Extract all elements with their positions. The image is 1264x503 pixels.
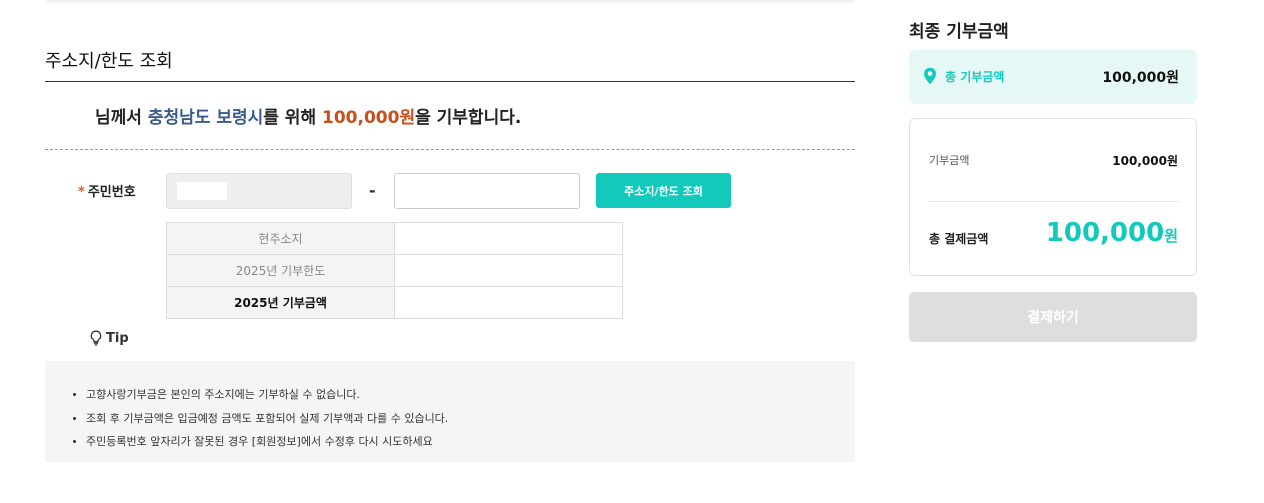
ssn-label-text: 주민번호: [87, 185, 136, 200]
table-value-cell: [394, 222, 623, 255]
table-header-cell: 2025년 기부금액: [166, 286, 395, 319]
headline-suffix: 을 기부합니다.: [415, 108, 522, 128]
ssn-back-input[interactable]: [394, 173, 580, 209]
table-value-cell: [394, 254, 623, 287]
ssn-front-field: [166, 173, 352, 209]
total-payment-number: 100,000: [1045, 218, 1165, 248]
table-value-cell: [394, 286, 623, 319]
pay-button[interactable]: 결제하기: [909, 292, 1197, 342]
total-payment-unit: 원: [1164, 227, 1178, 245]
address-limit-lookup-button[interactable]: 주소지/한도 조회: [596, 173, 731, 208]
final-donation-title: 최종 기부금액: [909, 22, 1009, 42]
ssn-separator: -: [369, 181, 376, 200]
tip-list: 고향사랑기부금은 본인의 주소지에는 기부하실 수 없습니다. 조회 후 기부금…: [45, 361, 855, 454]
section-title: 주소지/한도 조회: [45, 51, 173, 72]
tip-notice-box: 고향사랑기부금은 본인의 주소지에는 기부하실 수 없습니다. 조회 후 기부금…: [45, 361, 855, 462]
table-row: 2025년 기부한도: [166, 254, 623, 287]
list-item: 주민등록번호 앞자리가 잘못된 경우 [회원정보]에서 수정후 다시 시도하세요: [73, 430, 855, 454]
summary-divider: [929, 201, 1179, 202]
list-item: 고향사랑기부금은 본인의 주소지에는 기부하실 수 없습니다.: [73, 383, 855, 407]
top-divider-strip: [45, 0, 855, 3]
ssn-front-masked-value: [177, 182, 227, 200]
tip-label: Tip: [106, 330, 129, 346]
table-row: 2025년 기부금액: [166, 286, 623, 319]
total-donation-banner: 총 기부금액 100,000원: [909, 50, 1197, 104]
donation-amount-label: 기부금액: [929, 154, 970, 167]
headline-region: 충청남도 보령시: [147, 108, 264, 128]
payment-summary-card: 기부금액 100,000원 총 결제금액 100,000원: [909, 118, 1197, 276]
table-header-cell: 현주소지: [166, 222, 395, 255]
headline-prefix: 님께서: [95, 108, 148, 128]
dashed-divider: [45, 149, 855, 150]
total-payment-value: 100,000원: [1046, 218, 1178, 248]
headline-amount: 100,000원: [322, 108, 416, 128]
total-donation-value: 100,000원: [1102, 70, 1179, 86]
donation-headline: 님께서 충청남도 보령시를 위해 100,000원을 기부합니다.: [95, 103, 521, 128]
list-item: 조회 후 기부금액은 입금예정 금액도 포함되어 실제 기부액과 다를 수 있습…: [73, 407, 855, 431]
location-pin-icon: [923, 67, 937, 89]
table-header-cell: 2025년 기부한도: [166, 254, 395, 287]
total-payment-label: 총 결제금액: [929, 232, 989, 246]
total-donation-label: 총 기부금액: [945, 70, 1005, 84]
table-row: 현주소지: [166, 222, 623, 255]
tip-heading: Tip: [89, 330, 129, 346]
address-limit-table: 현주소지 2025년 기부한도 2025년 기부금액: [166, 222, 623, 319]
headline-middle: 를 위해: [263, 108, 323, 128]
ssn-label: * 주민번호: [78, 181, 136, 200]
lightbulb-icon: [89, 330, 103, 346]
donation-amount-value: 100,000원: [1112, 154, 1178, 168]
required-mark: *: [78, 185, 85, 200]
section-title-underline: [45, 81, 855, 82]
